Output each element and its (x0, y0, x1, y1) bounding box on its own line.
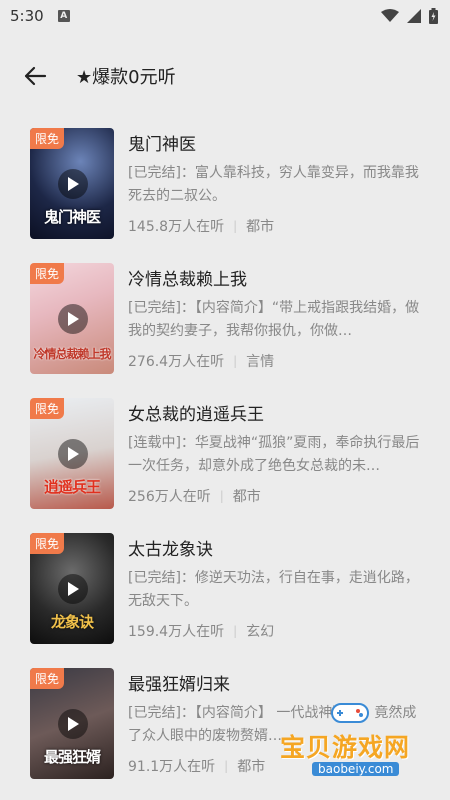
meta-separator: | (219, 489, 224, 503)
book-meta: 159.4万人在听 | 玄幻 (128, 621, 274, 641)
back-arrow-icon (24, 66, 47, 86)
book-meta: 91.1万人在听 | 都市 (128, 756, 265, 776)
status-bar: 5:30 A (0, 0, 450, 32)
listener-count: 256万人在听 (128, 489, 211, 505)
play-icon[interactable] (58, 574, 88, 604)
listener-count: 91.1万人在听 (128, 759, 216, 775)
cover-title: 鬼门神医 (43, 208, 101, 226)
meta-separator: | (224, 759, 229, 773)
cover-title: 最强狂婿 (43, 748, 101, 766)
page-title: ★爆款0元听 (76, 67, 176, 88)
book-cover[interactable]: 最强狂婿 限免 (30, 668, 114, 779)
listener-count: 276.4万人在听 (128, 354, 225, 370)
wifi-icon (381, 9, 399, 22)
book-cover[interactable]: 鬼门神医 限免 (30, 128, 114, 239)
listener-count: 145.8万人在听 (128, 219, 225, 235)
category-label: 都市 (232, 489, 261, 505)
play-icon[interactable] (58, 169, 88, 199)
play-icon[interactable] (58, 709, 88, 739)
gamepad-icon (331, 703, 369, 723)
play-icon[interactable] (58, 304, 88, 334)
book-description: [已完结]：富人靠科技，穷人靠变异，而我靠我死去的二叔公。 (128, 165, 419, 204)
watermark-text: 宝贝游戏网 (280, 733, 411, 762)
free-badge: 限免 (30, 398, 65, 419)
book-title[interactable]: 冷情总裁赖上我 (128, 265, 247, 290)
cover-title: 冷情总裁赖上我 (33, 347, 111, 361)
book-item[interactable]: 鬼门神医 限免 鬼门神医 [已完结]：富人靠科技，穷人靠变异，而我靠我死去的二叔… (0, 118, 450, 253)
battery-icon (429, 8, 438, 24)
site-watermark: 宝贝游戏网 baobeiy.com (278, 700, 428, 782)
book-meta: 256万人在听 | 都市 (128, 486, 261, 506)
status-time: 5:30 (10, 7, 44, 25)
book-description: [连载中]：华夏战神“孤狼”夏雨，奉命执行最后一次任务，却意外成了绝色女总裁的未… (128, 435, 420, 474)
book-cover[interactable]: 逍遥兵王 限免 (30, 398, 114, 509)
meta-separator: | (233, 354, 238, 368)
book-description: [已完结]：修逆天功法，行自在事，走逍化路，无敌天下。 (128, 570, 419, 609)
cover-title: 龙象诀 (50, 613, 94, 631)
free-badge: 限免 (30, 533, 65, 554)
notification-a-icon: A (57, 10, 70, 22)
book-description: [已完结]：【内容简介】“带上戒指跟我结婚，做我的契约妻子，我帮你报仇，你做… (128, 300, 420, 339)
cell-signal-icon (407, 9, 421, 23)
book-title[interactable]: 女总裁的逍遥兵王 (128, 400, 264, 425)
cover-title: 逍遥兵王 (43, 478, 101, 496)
book-title[interactable]: 鬼门神医 (128, 130, 196, 155)
header: ★爆款0元听 (0, 52, 450, 100)
book-cover[interactable]: 龙象诀 限免 (30, 533, 114, 644)
book-cover[interactable]: 冷情总裁赖上我 限免 (30, 263, 114, 374)
free-badge: 限免 (30, 668, 65, 689)
back-button[interactable] (0, 52, 70, 100)
watermark-url: baobeiy.com (312, 762, 400, 776)
book-meta: 145.8万人在听 | 都市 (128, 216, 274, 236)
listener-count: 159.4万人在听 (128, 624, 225, 640)
play-icon[interactable] (58, 439, 88, 469)
book-list: 鬼门神医 限免 鬼门神医 [已完结]：富人靠科技，穷人靠变异，而我靠我死去的二叔… (0, 118, 450, 793)
book-title[interactable]: 最强狂婿归来 (128, 670, 230, 695)
category-label: 都市 (237, 759, 266, 775)
book-item[interactable]: 龙象诀 限免 太古龙象诀 [已完结]：修逆天功法，行自在事，走逍化路，无敌天下。… (0, 523, 450, 658)
book-item[interactable]: 冷情总裁赖上我 限免 冷情总裁赖上我 [已完结]：【内容简介】“带上戒指跟我结婚… (0, 253, 450, 388)
category-label: 玄幻 (246, 624, 275, 640)
book-title[interactable]: 太古龙象诀 (128, 535, 213, 560)
book-item[interactable]: 逍遥兵王 限免 女总裁的逍遥兵王 [连载中]：华夏战神“孤狼”夏雨，奉命执行最后… (0, 388, 450, 523)
free-badge: 限免 (30, 263, 65, 284)
category-label: 都市 (246, 219, 275, 235)
book-meta: 276.4万人在听 | 言情 (128, 351, 274, 371)
category-label: 言情 (246, 354, 275, 370)
meta-separator: | (233, 624, 238, 638)
meta-separator: | (233, 219, 238, 233)
free-badge: 限免 (30, 128, 65, 149)
